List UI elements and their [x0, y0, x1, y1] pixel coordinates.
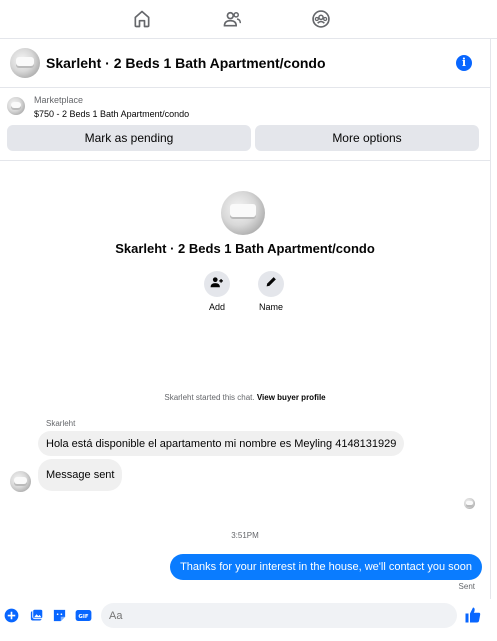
- add-button[interactable]: [204, 271, 230, 297]
- mark-as-pending-button[interactable]: Mark as pending: [7, 125, 251, 151]
- sender-avatar[interactable]: [10, 471, 31, 492]
- people-icon[interactable]: [220, 7, 244, 31]
- intro-avatar[interactable]: [221, 191, 265, 235]
- listing-avatar[interactable]: [10, 48, 40, 78]
- view-buyer-profile-link[interactable]: View buyer profile: [257, 393, 326, 402]
- plus-icon[interactable]: [4, 608, 19, 623]
- incoming-message[interactable]: Hola está disponible el apartamento mi n…: [38, 431, 405, 456]
- message-input[interactable]: [101, 603, 457, 628]
- home-icon[interactable]: [130, 7, 154, 31]
- svg-text:GIF: GIF: [78, 614, 89, 620]
- message-status: Sent: [458, 582, 475, 591]
- photo-icon[interactable]: [29, 608, 44, 623]
- add-person-icon: [210, 275, 224, 294]
- more-options-button[interactable]: More options: [255, 125, 479, 151]
- system-text: Skarleht started this chat.: [164, 393, 255, 402]
- intro-title: Skarleht · 2 Beds 1 Bath Apartment/condo: [115, 241, 375, 256]
- pencil-icon: [265, 275, 278, 293]
- outgoing-message[interactable]: Thanks for your interest in the house, w…: [170, 554, 482, 580]
- header-title[interactable]: Skarleht · 2 Beds 1 Bath Apartment/condo: [46, 55, 326, 71]
- info-icon[interactable]: i: [456, 55, 472, 71]
- sender-name: Skarleht: [46, 419, 76, 428]
- name-label: Name: [258, 302, 283, 312]
- gif-icon[interactable]: GIF: [75, 608, 92, 623]
- name-button[interactable]: [258, 271, 284, 297]
- listing-thumbnail: [7, 97, 25, 115]
- add-label: Add: [208, 302, 225, 312]
- conversation-header: Skarleht · 2 Beds 1 Bath Apartment/condo…: [0, 39, 490, 88]
- listing-price[interactable]: $750 - 2 Beds 1 Bath Apartment/condo: [34, 109, 189, 119]
- divider: [490, 39, 491, 599]
- system-message: Skarleht started this chat. View buyer p…: [0, 393, 490, 402]
- timestamp: 3:51PM: [231, 531, 259, 540]
- like-icon[interactable]: [464, 606, 482, 624]
- incoming-message[interactable]: Message sent: [38, 459, 123, 491]
- read-receipt-avatar: [464, 498, 475, 509]
- marketplace-label: Marketplace: [34, 95, 84, 105]
- community-icon[interactable]: [309, 7, 333, 31]
- top-navigation: [0, 0, 497, 39]
- sticker-icon[interactable]: [52, 608, 67, 623]
- marketplace-bar: Marketplace $750 - 2 Beds 1 Bath Apartme…: [0, 88, 490, 161]
